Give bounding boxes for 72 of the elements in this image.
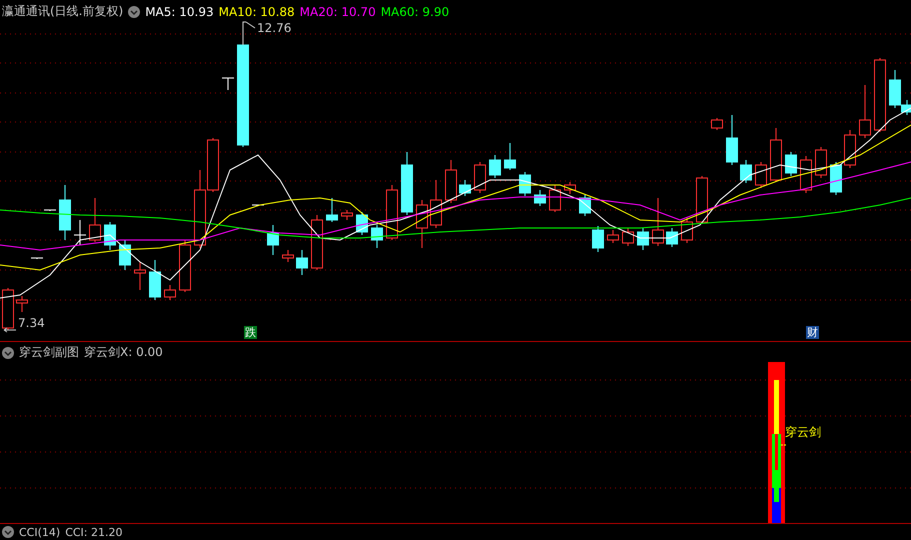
candlestick bbox=[222, 78, 234, 90]
candlestick bbox=[519, 172, 531, 196]
candlestick bbox=[311, 214, 323, 270]
candlestick bbox=[119, 240, 131, 270]
candlestick bbox=[89, 198, 101, 242]
candlestick bbox=[785, 152, 797, 176]
event-marker[interactable]: 财 bbox=[806, 326, 819, 339]
candlestick bbox=[800, 156, 812, 194]
candlestick bbox=[416, 200, 428, 248]
candlestick bbox=[164, 284, 176, 300]
candlestick bbox=[637, 228, 649, 250]
high-pointer bbox=[242, 22, 256, 46]
moving-average-value: MA10: 10.88 bbox=[218, 4, 295, 18]
candlestick bbox=[696, 176, 708, 224]
stock-title: 瀛通通讯(日线.前复权) bbox=[2, 3, 124, 20]
candlestick bbox=[16, 296, 28, 312]
low-pointer bbox=[4, 328, 16, 332]
candlestick bbox=[282, 250, 294, 262]
event-marker[interactable]: 跌 bbox=[244, 326, 257, 339]
candlestick bbox=[252, 204, 264, 206]
low-price-label: 7.34 bbox=[18, 316, 45, 330]
candlestick bbox=[726, 114, 738, 166]
moving-average-value: MA60: 9.90 bbox=[380, 4, 450, 18]
candlestick bbox=[564, 182, 576, 194]
candlestick bbox=[607, 230, 619, 244]
candlestick bbox=[489, 154, 501, 178]
candlestick bbox=[534, 190, 546, 206]
candlestick bbox=[815, 146, 827, 178]
candlestick bbox=[681, 218, 693, 244]
candlestick bbox=[652, 198, 664, 246]
candlestick bbox=[371, 224, 383, 248]
candlestick bbox=[711, 118, 723, 130]
candlestick bbox=[430, 180, 442, 228]
indicator-title: 穿云剑副图 bbox=[19, 344, 79, 361]
candlestick bbox=[504, 142, 516, 170]
candlestick bbox=[267, 224, 279, 256]
candlestick bbox=[149, 260, 161, 300]
candlestick bbox=[755, 162, 767, 188]
candlestick bbox=[740, 160, 752, 184]
candlestick bbox=[296, 250, 308, 276]
candlestick bbox=[59, 184, 71, 240]
candlestick bbox=[134, 262, 146, 290]
signal-label: 穿云剑 bbox=[785, 424, 821, 441]
candlestick bbox=[859, 84, 871, 138]
collapse-icon[interactable] bbox=[2, 346, 14, 358]
indicator-value: 穿云剑X: 0.00 bbox=[84, 344, 163, 361]
candlestick bbox=[104, 222, 116, 250]
candlestick bbox=[666, 228, 678, 248]
collapse-icon[interactable] bbox=[128, 6, 140, 18]
candlestick bbox=[445, 160, 457, 204]
candlestick bbox=[74, 220, 86, 246]
moving-average-value: MA20: 10.70 bbox=[300, 4, 376, 18]
candlestick bbox=[549, 184, 561, 212]
candlestick bbox=[622, 228, 634, 246]
candlestick bbox=[341, 210, 353, 220]
high-price-label: 12.76 bbox=[257, 21, 292, 35]
collapse-icon[interactable] bbox=[2, 526, 14, 538]
candlestick bbox=[474, 162, 486, 194]
indicator-value: CCI: 21.20 bbox=[65, 526, 122, 538]
candlestick bbox=[459, 180, 471, 196]
candlestick bbox=[386, 184, 398, 240]
candlestick bbox=[326, 198, 338, 222]
candlestick bbox=[30, 258, 44, 260]
candlestick bbox=[592, 226, 604, 252]
candlestick bbox=[844, 130, 856, 168]
candlestick bbox=[830, 162, 842, 196]
candlestick bbox=[401, 152, 413, 216]
candlestick bbox=[770, 128, 782, 182]
moving-average-value: MA5: 10.93 bbox=[145, 4, 214, 18]
indicator-title: CCI(14) bbox=[19, 526, 60, 538]
candlestick bbox=[44, 210, 56, 212]
candlestick bbox=[179, 240, 191, 292]
